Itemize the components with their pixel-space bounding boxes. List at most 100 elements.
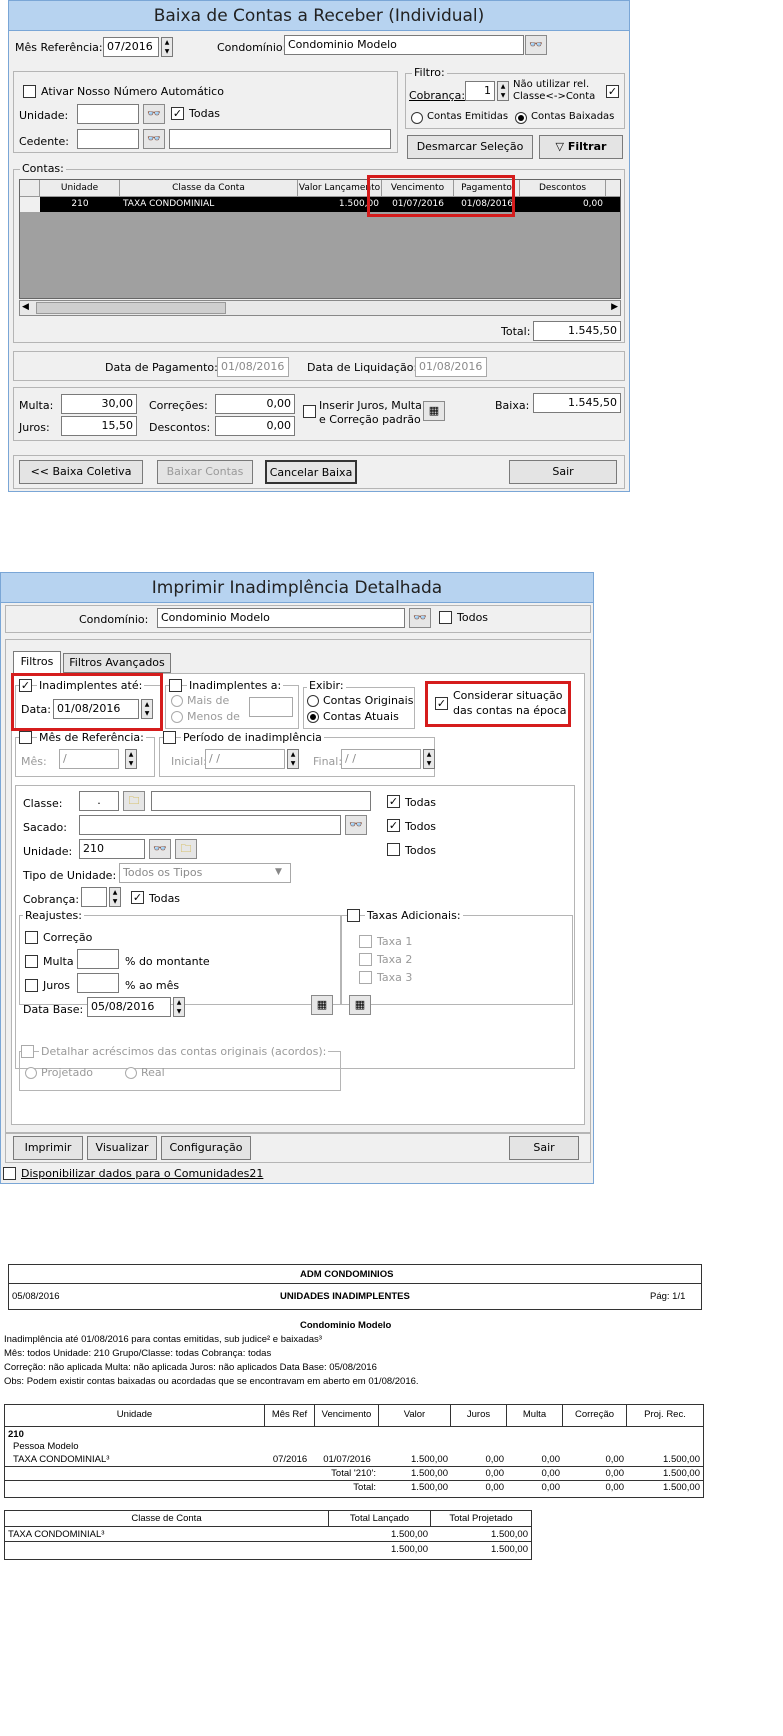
atuais-radio[interactable]	[307, 711, 319, 723]
total-input[interactable]: 1.545,50	[533, 321, 621, 341]
todas-checkbox[interactable]: ✓	[171, 107, 184, 120]
juros2-checkbox[interactable]	[25, 979, 38, 992]
inserir-checkbox[interactable]	[303, 405, 316, 418]
baixar-contas-button[interactable]: Baixar Contas	[157, 460, 253, 484]
sacado-todos-checkbox[interactable]: ✓	[387, 819, 400, 832]
classe-input[interactable]: .	[79, 791, 119, 811]
taxa2-checkbox[interactable]	[359, 953, 372, 966]
desmarcar-button[interactable]: Desmarcar Seleção	[407, 135, 533, 159]
disponibilizar-checkbox[interactable]	[3, 1167, 16, 1180]
mais-de-radio[interactable]	[171, 695, 183, 707]
sacado-input[interactable]	[79, 815, 341, 835]
descontos-input[interactable]: 0,00	[215, 416, 295, 436]
imprimir-button[interactable]: Imprimir	[13, 1136, 83, 1160]
unidade-search-icon[interactable]: 👓	[143, 104, 165, 124]
data-base-spinner[interactable]: ▲ ▼	[173, 997, 185, 1017]
contas-baixadas-radio[interactable]	[515, 112, 527, 124]
condominio2-input[interactable]: Condominio Modelo	[157, 608, 405, 628]
binoculars-icon[interactable]: 👓	[525, 35, 547, 55]
sacado-search-icon[interactable]: 👓	[345, 815, 367, 835]
table-row[interactable]: 210 TAXA CONDOMINIAL 1.500,00 01/07/2016…	[20, 197, 620, 212]
inicial-spinner[interactable]: ▲ ▼	[287, 749, 299, 769]
binoculars2-icon[interactable]: 👓	[409, 608, 431, 628]
horizontal-scrollbar[interactable]: ◀ ▶	[19, 300, 621, 316]
dias-input[interactable]	[249, 697, 293, 717]
todos-cond-checkbox[interactable]	[439, 611, 452, 624]
cedente-input[interactable]	[77, 129, 139, 149]
t-projrec: 1.500,00	[663, 1482, 700, 1493]
cobranca-spinner[interactable]: ▲ ▼	[497, 81, 509, 101]
condominio-input[interactable]: Condominio Modelo	[284, 35, 524, 55]
total-unit-label: Total '210':	[331, 1468, 376, 1479]
taxa3-checkbox[interactable]	[359, 971, 372, 984]
calculator-icon[interactable]: ▦	[423, 401, 445, 421]
real-radio[interactable]	[125, 1067, 137, 1079]
mes-ref-checkbox[interactable]	[19, 731, 32, 744]
multa2-input[interactable]	[77, 949, 119, 969]
visualizar-button[interactable]: Visualizar	[87, 1136, 157, 1160]
juros-input[interactable]: 15,50	[61, 416, 137, 436]
originais-radio[interactable]	[307, 695, 319, 707]
multa2-checkbox[interactable]	[25, 955, 38, 968]
multa-input[interactable]: 30,00	[61, 394, 137, 414]
unidade2-search-icon[interactable]: 👓	[149, 839, 171, 859]
scroll-right-icon[interactable]: ▶	[611, 302, 618, 312]
taxas-checkbox[interactable]	[347, 909, 360, 922]
classe-todas-checkbox[interactable]: ✓	[387, 795, 400, 808]
final-spinner[interactable]: ▲ ▼	[423, 749, 435, 769]
sair2-button[interactable]: Sair	[509, 1136, 579, 1160]
col-unidade[interactable]: Unidade	[40, 180, 120, 196]
mais-de-label: Mais de	[187, 694, 230, 707]
cobranca2-input[interactable]	[81, 887, 107, 907]
juros2-input[interactable]	[77, 973, 119, 993]
cobranca2-spinner[interactable]: ▲ ▼	[109, 887, 121, 907]
scroll-left-icon[interactable]: ◀	[22, 302, 29, 312]
mes-input[interactable]: /	[59, 749, 119, 769]
unidade-input[interactable]	[77, 104, 139, 124]
filtrar-button[interactable]: ▽ Filtrar	[539, 135, 623, 159]
tab-filtros[interactable]: Filtros	[13, 651, 61, 673]
detalhar-checkbox[interactable]	[21, 1045, 34, 1058]
taxas-calc-icon[interactable]: ▦	[349, 995, 371, 1015]
taxa1-checkbox[interactable]	[359, 935, 372, 948]
sair-button[interactable]: Sair	[509, 460, 617, 484]
correcoes-input[interactable]: 0,00	[215, 394, 295, 414]
mes-referencia-input[interactable]: 07/2016	[103, 37, 159, 57]
reajustes-calc-icon[interactable]: ▦	[311, 995, 333, 1015]
baixa-input[interactable]: 1.545,50	[533, 393, 621, 413]
data-base-input[interactable]: 05/08/2016	[87, 997, 171, 1017]
cobranca-input[interactable]: 1	[465, 81, 495, 101]
mes-spinner[interactable]: ▲ ▼	[125, 749, 137, 769]
baixa-coletiva-button[interactable]: << Baixa Coletiva	[19, 460, 143, 484]
menos-de-radio[interactable]	[171, 711, 183, 723]
chevron-down-icon[interactable]: ▼	[275, 867, 282, 877]
correcao-checkbox[interactable]	[25, 931, 38, 944]
unidade2-folder-icon[interactable]: 🗀	[175, 839, 197, 859]
tu-valor: 1.500,00	[411, 1468, 448, 1479]
tab-filtros-avancados[interactable]: Filtros Avançados	[63, 653, 171, 673]
col-classe[interactable]: Classe da Conta	[120, 180, 298, 196]
mes-spinner[interactable]: ▲ ▼	[161, 37, 173, 57]
projetado-radio[interactable]	[25, 1067, 37, 1079]
contas-emitidas-radio[interactable]	[411, 112, 423, 124]
periodo-checkbox[interactable]	[163, 731, 176, 744]
classe-folder-icon[interactable]: 🗀	[123, 791, 145, 811]
data-pagamento-input[interactable]: 01/08/2016	[217, 357, 289, 377]
cobranca-todas-checkbox[interactable]: ✓	[131, 891, 144, 904]
cedente-name-input[interactable]	[169, 129, 391, 149]
final-input[interactable]: / /	[341, 749, 421, 769]
inicial-input[interactable]: / /	[205, 749, 285, 769]
configuracao-button[interactable]: Configuração	[161, 1136, 251, 1160]
tipo-select[interactable]: Todos os Tipos	[119, 863, 291, 883]
col-descontos[interactable]: Descontos	[520, 180, 606, 196]
classe-desc-input[interactable]	[151, 791, 371, 811]
cancelar-baixa-button[interactable]: Cancelar Baixa	[265, 460, 357, 484]
inad-a-checkbox[interactable]	[169, 679, 182, 692]
unidade-todos-checkbox[interactable]	[387, 843, 400, 856]
data-liquidacao-input[interactable]: 01/08/2016	[415, 357, 487, 377]
cedente-search-icon[interactable]: 👓	[143, 129, 165, 149]
nao-utilizar-checkbox[interactable]: ✓	[606, 85, 619, 98]
unidade2-input[interactable]: 210	[79, 839, 145, 859]
ativar-checkbox[interactable]	[23, 85, 36, 98]
scroll-thumb[interactable]	[36, 302, 226, 314]
